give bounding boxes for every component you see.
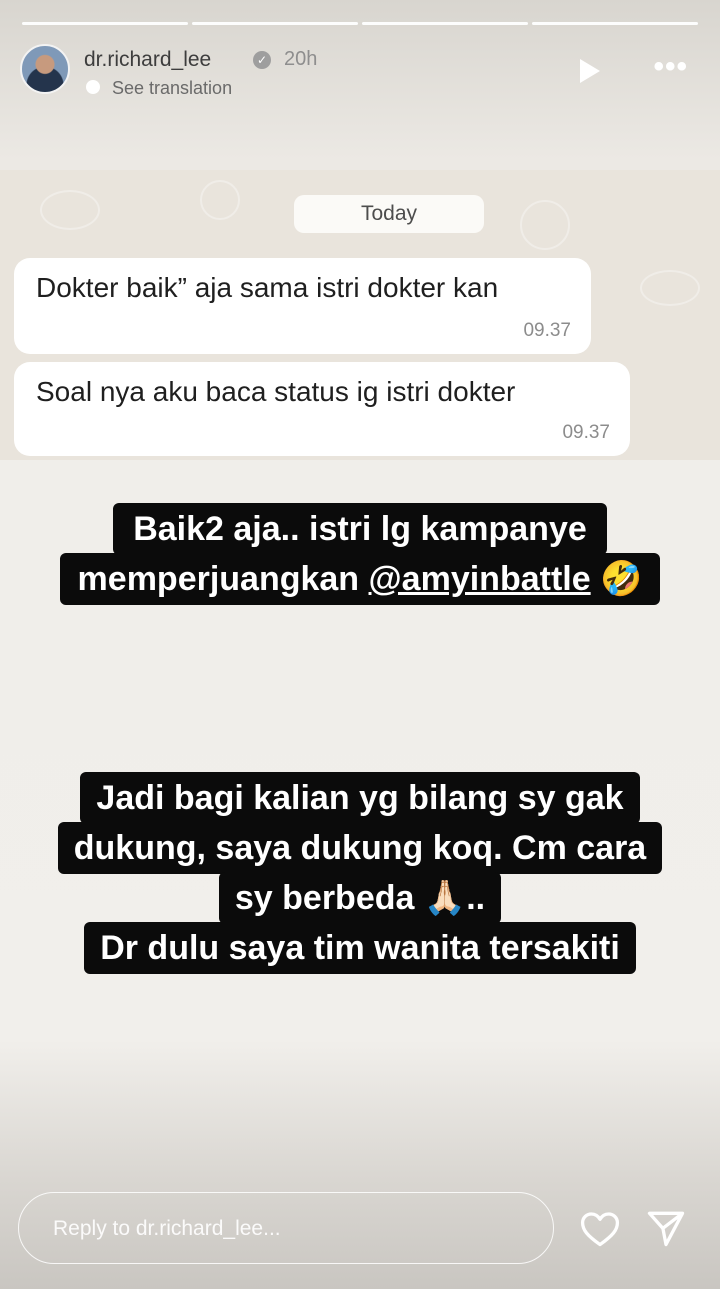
chat-date-label: Today xyxy=(294,195,484,233)
progress-segment xyxy=(192,22,358,25)
caption-text: .. xyxy=(466,879,486,917)
mention-link[interactable]: @amyinbattle xyxy=(369,560,591,598)
caption-line: dukung, saya dukung koq. Cm cara xyxy=(57,822,663,874)
caption-line: Dr dulu saya tim wanita tersakiti xyxy=(84,922,636,974)
caption-line: Baik2 aja.. istri lg kampanye xyxy=(113,503,607,555)
see-translation-link[interactable]: See translation xyxy=(112,78,232,99)
send-icon[interactable] xyxy=(644,1206,688,1250)
caption-line: sy berbeda 🙏🏻.. xyxy=(218,872,502,924)
message-time: 09.37 xyxy=(562,422,610,443)
avatar[interactable] xyxy=(20,44,70,94)
message-time: 09.37 xyxy=(523,320,571,341)
story-caption-2: Jadi bagi kalian yg bilang sy gak dukung… xyxy=(0,772,720,974)
background-doodle xyxy=(520,200,570,250)
chat-message: Dokter baik” aja sama istri dokter kan 0… xyxy=(14,258,591,354)
chat-message: Soal nya aku baca status ig istri dokter… xyxy=(14,362,630,456)
username[interactable]: dr.richard_lee xyxy=(84,48,211,72)
story-caption-1: Baik2 aja.. istri lg kampanye memperjuan… xyxy=(0,503,720,605)
rofl-emoji-icon: 🤣 xyxy=(600,559,643,599)
caption-text: memperjuangkan xyxy=(77,560,369,598)
story-viewer: dr.richard_lee ✓ 20h See translation •••… xyxy=(0,0,720,1289)
more-options-icon[interactable]: ••• xyxy=(653,50,688,84)
folded-hands-emoji-icon: 🙏🏻 xyxy=(423,878,467,918)
story-header: dr.richard_lee ✓ 20h See translation ••• xyxy=(20,42,700,102)
caption-line: Jadi bagi kalian yg bilang sy gak xyxy=(80,772,640,824)
play-icon[interactable] xyxy=(580,59,600,83)
progress-segment xyxy=(532,22,698,25)
background-doodle xyxy=(200,180,240,220)
message-text: Dokter baik” aja sama istri dokter kan xyxy=(36,272,499,303)
reply-input[interactable]: Reply to dr.richard_lee... xyxy=(18,1192,554,1264)
background-doodle xyxy=(640,270,700,306)
post-time: 20h xyxy=(284,48,318,70)
message-text: Soal nya aku baca status ig istri dokter xyxy=(36,376,516,407)
progress-segment xyxy=(22,22,188,25)
verified-badge-icon: ✓ xyxy=(253,51,271,69)
translation-icon xyxy=(86,80,100,94)
caption-line: memperjuangkan @amyinbattle 🤣 xyxy=(59,553,661,605)
story-progress-bar xyxy=(22,22,698,26)
background-doodle xyxy=(40,190,100,230)
progress-segment xyxy=(362,22,528,25)
caption-text: sy berbeda xyxy=(234,879,424,917)
heart-icon[interactable] xyxy=(578,1207,622,1251)
